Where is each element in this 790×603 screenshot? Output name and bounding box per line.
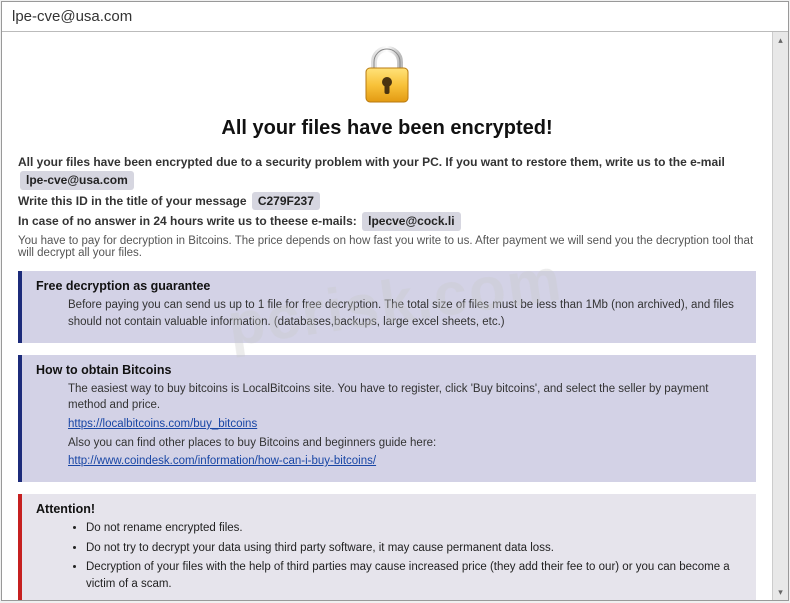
section-attention-body: Do not rename encrypted files. Do not tr… [36,520,746,593]
attention-item: Do not try to decrypt your data using th… [86,540,746,557]
attention-item: Do not rename encrypted files. [86,520,746,537]
attention-item: Decryption of your files with the help o… [86,559,746,592]
intro-line-2: Write this ID in the title of your messa… [18,192,756,211]
section-attention: Attention! Do not rename encrypted files… [18,494,756,600]
bitcoins-text-2: Also you can find other places to buy Bi… [68,435,746,452]
bitcoins-text-1: The easiest way to buy bitcoins is Local… [68,381,746,414]
attention-list: Do not rename encrypted files. Do not tr… [68,520,746,593]
intro-line-3: In case of no answer in 24 hours write u… [18,212,756,231]
window-title: lpe-cve@usa.com [12,8,132,25]
intro-text-2: Write this ID in the title of your messa… [18,194,247,208]
section-bitcoins-title: How to obtain Bitcoins [36,363,746,377]
window-titlebar: lpe-cve@usa.com [2,2,788,32]
app-window: lpe-cve@usa.com [1,1,789,601]
section-guarantee-body: Before paying you can send us up to 1 fi… [36,297,746,330]
intro-text-1: All your files have been encrypted due t… [18,155,725,169]
primary-email-pill: lpe-cve@usa.com [20,171,134,190]
section-bitcoins: How to obtain Bitcoins The easiest way t… [18,355,756,482]
section-bitcoins-body: The easiest way to buy bitcoins is Local… [36,381,746,470]
vertical-scrollbar[interactable]: ▴ ▾ [772,32,788,600]
intro-block: All your files have been encrypted due t… [18,154,756,259]
secondary-email-pill: lpecve@cock.li [362,212,460,231]
section-guarantee-title: Free decryption as guarantee [36,279,746,293]
intro-line-1: All your files have been encrypted due t… [18,154,756,190]
content-wrap: All your files have been encrypted! All … [2,32,788,600]
intro-text-3: In case of no answer in 24 hours write u… [18,214,357,228]
scroll-up-icon[interactable]: ▴ [773,32,788,48]
bitcoins-link-1[interactable]: https://localbitcoins.com/buy_bitcoins [68,418,257,430]
section-guarantee: Free decryption as guarantee Before payi… [18,271,756,342]
guarantee-text: Before paying you can send us up to 1 fi… [68,297,746,330]
lock-icon-wrap [18,44,756,109]
bitcoins-link-2[interactable]: http://www.coindesk.com/information/how-… [68,455,376,467]
content-area: All your files have been encrypted! All … [2,32,772,600]
lock-icon [358,44,416,109]
scroll-down-icon[interactable]: ▾ [773,584,788,600]
section-attention-title: Attention! [36,502,746,516]
intro-subnote: You have to pay for decryption in Bitcoi… [18,235,756,259]
main-heading: All your files have been encrypted! [18,117,756,140]
id-pill: C279F237 [252,192,320,211]
